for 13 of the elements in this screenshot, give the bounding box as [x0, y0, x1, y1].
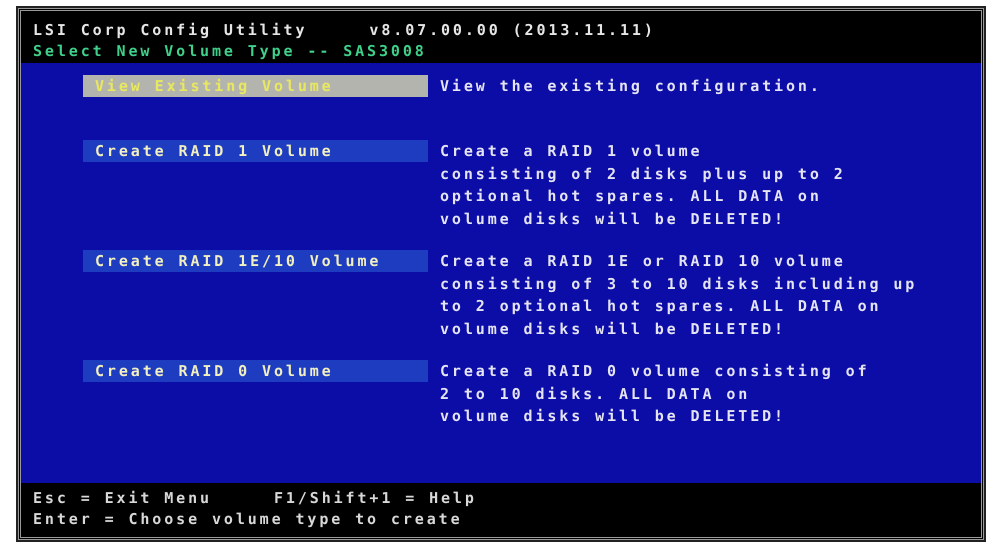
key-hint: Enter = Choose volume type to create: [33, 510, 463, 528]
version-text: v8.07.00.00 (2013.11.11): [369, 20, 656, 38]
utility-title: LSI Corp Config Utility: [33, 20, 308, 38]
menu-description: Create a RAID 0 volume consisting of 2 to 10 disks. ALL DATA on volume disks will be DELETED!: [440, 361, 871, 427]
menu-item[interactable]: Create RAID 1 Volume: [83, 140, 428, 162]
menu-description: Create a RAID 1 volume consisting of 2 disks plus up to 2 optional hot spares. ALL DATA on volume disks will be DELETED!: [440, 141, 847, 230]
menu-item[interactable]: Create RAID 1E/10 Volume: [83, 250, 428, 272]
screen-subtitle: Select New Volume Type -- SAS3008: [33, 42, 427, 60]
menu-description: Create a RAID 1E or RAID 10 volume consisting of 3 to 10 disks including up to 2 optional hot spares. ALL DATA on volume disks will be DELETED!: [440, 251, 918, 340]
key-hint: F1/Shift+1 = Help: [274, 488, 477, 506]
menu-item[interactable]: Create RAID 0 Volume: [83, 360, 428, 382]
key-hint: Esc = Exit Menu: [33, 488, 212, 506]
menu-description: View the existing configuration.: [440, 76, 823, 97]
